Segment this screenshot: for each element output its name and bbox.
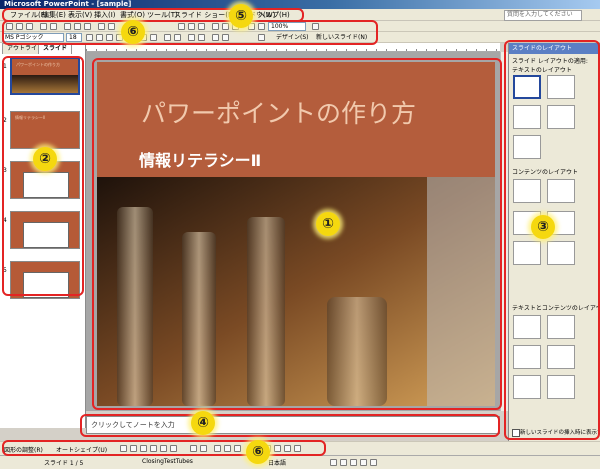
callout-6-bottom: ⑥ bbox=[246, 440, 270, 464]
help-ime-icon[interactable] bbox=[370, 459, 377, 466]
callout-6-top: ⑥ bbox=[121, 20, 145, 44]
callout-4: ④ bbox=[191, 411, 215, 435]
status-bar: スライド 1 / 5 ClosingTestTubes 日本語 bbox=[0, 455, 600, 469]
annotation-box-notes bbox=[80, 414, 500, 437]
annotation-box-taskpane bbox=[504, 40, 600, 440]
callout-5: ⑤ bbox=[229, 4, 253, 28]
annotation-box-toolbars bbox=[2, 20, 378, 45]
ime-icon[interactable] bbox=[330, 459, 337, 466]
dictionary-icon[interactable] bbox=[350, 459, 357, 466]
callout-1: ① bbox=[316, 212, 340, 236]
language-indicator: 日本語 bbox=[268, 460, 287, 467]
annotation-box-slides bbox=[2, 56, 84, 296]
pad-icon[interactable] bbox=[360, 459, 367, 466]
callout-3: ③ bbox=[531, 215, 555, 239]
callout-2: ② bbox=[33, 147, 57, 171]
design-template-name: ClosingTestTubes bbox=[142, 458, 193, 465]
annotation-box-slide bbox=[92, 58, 502, 410]
ime-mode-icon[interactable] bbox=[340, 459, 347, 466]
slide-position: スライド 1 / 5 bbox=[44, 460, 84, 467]
annotation-box-drawbar bbox=[2, 440, 326, 456]
help-search-input[interactable]: 質問を入力してください bbox=[504, 10, 582, 21]
